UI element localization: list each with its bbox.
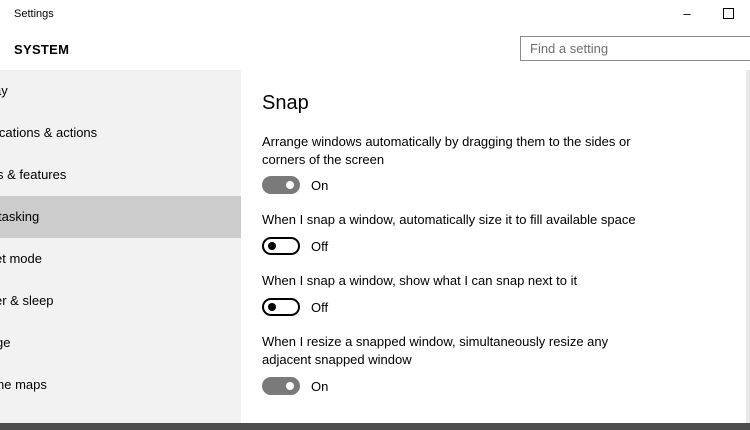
toggle-state-label: On (311, 178, 329, 193)
minimize-button[interactable]: – (672, 4, 702, 24)
setting-description: When I resize a snapped window, simultan… (262, 334, 609, 367)
setting-description: When I snap a window, show what I can sn… (262, 273, 578, 288)
arrange-windows-toggle[interactable] (262, 176, 300, 194)
sidebar-item-storage[interactable]: ge (0, 322, 237, 364)
sidebar-item-power-sleep[interactable]: er & sleep (0, 280, 236, 322)
toggle-knob (268, 242, 276, 250)
snap-assist-toggle[interactable] (262, 298, 300, 316)
sidebar-item-notifications-actions[interactable]: ications & actions (0, 112, 237, 154)
settings-header: SYSTEM (0, 30, 750, 70)
scrollbar-track[interactable] (746, 70, 750, 423)
sidebar-item-label: tasking (0, 209, 40, 224)
taskbar-edge (0, 423, 750, 430)
toggle-state-label: On (311, 379, 329, 394)
toggle-knob (268, 303, 276, 311)
search-box[interactable] (520, 36, 750, 61)
search-input[interactable] (521, 37, 750, 60)
setting-description: When I snap a window, automatically size… (262, 212, 636, 227)
setting-description: Arrange windows automatically by draggin… (262, 134, 631, 167)
section-title: SYSTEM (14, 42, 70, 57)
snap-fill-space-toggle[interactable] (262, 237, 300, 255)
page-title: Snap (262, 92, 309, 114)
maximize-icon (722, 7, 734, 19)
sidebar-item-offline-maps[interactable]: ne maps (0, 364, 238, 406)
resize-adjacent-toggle[interactable] (262, 377, 300, 395)
toggle-state-label: Off (311, 300, 329, 315)
sidebar-item-multitasking[interactable]: tasking (0, 196, 241, 238)
window-title: Settings (14, 8, 54, 20)
sidebar-item-tablet-mode[interactable]: et mode (0, 238, 236, 280)
maximize-button[interactable] (713, 4, 743, 24)
toggle-state-label: Off (311, 239, 329, 254)
sidebar-item-apps-features[interactable]: s & features (0, 154, 238, 196)
content-pane: Snap Arrange windows automatically by dr… (241, 70, 750, 423)
toggle-knob (286, 181, 294, 189)
toggle-knob (286, 382, 294, 390)
sidebar: ay ications & actions s & features taski… (0, 70, 241, 423)
sidebar-item-display[interactable]: ay (0, 70, 235, 112)
title-bar: Settings – (0, 0, 750, 30)
